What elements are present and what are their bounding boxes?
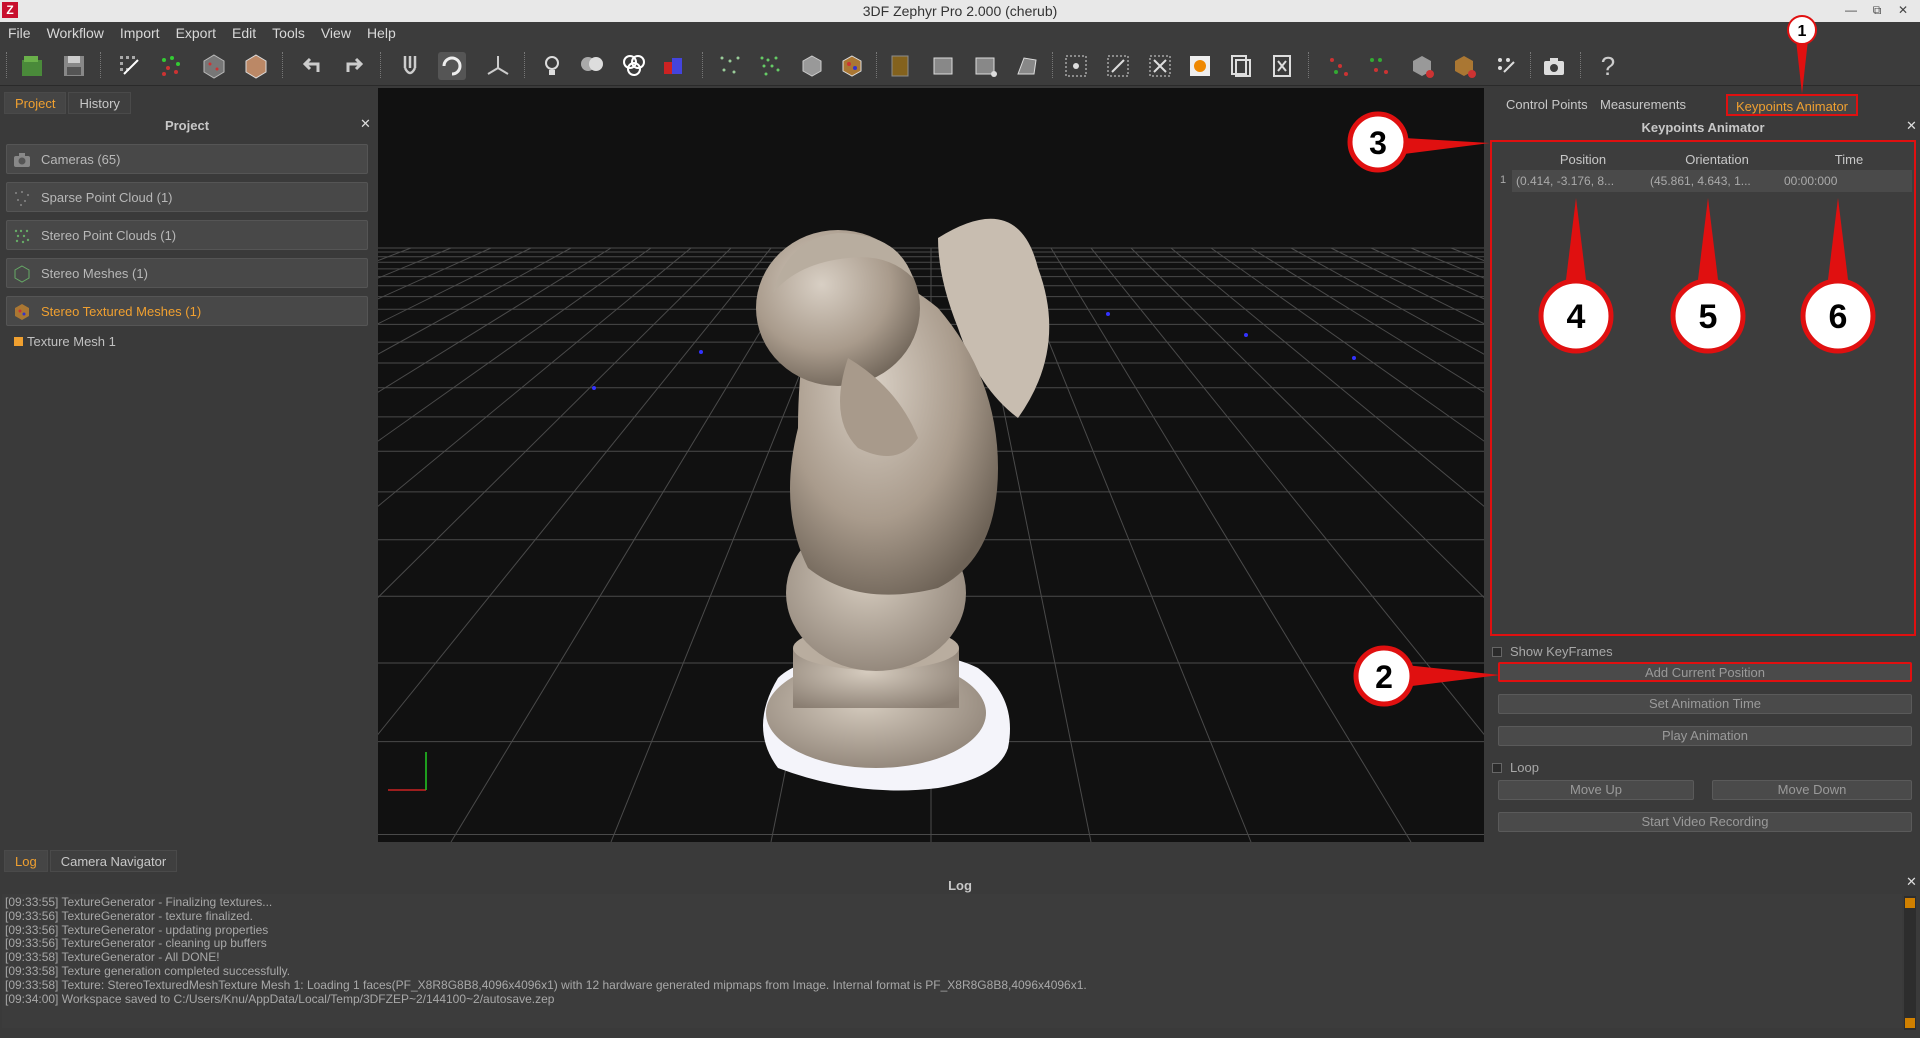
callout-label: 1 bbox=[1798, 23, 1807, 40]
callout-label: 3 bbox=[1369, 125, 1387, 161]
callout-label: 5 bbox=[1699, 298, 1718, 336]
annotation-overlay: 1 2 3 4 5 6 bbox=[1347, 15, 1876, 707]
callout-circles bbox=[1347, 15, 1876, 707]
callout-label: 6 bbox=[1829, 298, 1848, 336]
callout-label: 2 bbox=[1375, 659, 1393, 695]
callout-label: 4 bbox=[1567, 298, 1586, 336]
callout-arrows bbox=[1396, 40, 1850, 688]
